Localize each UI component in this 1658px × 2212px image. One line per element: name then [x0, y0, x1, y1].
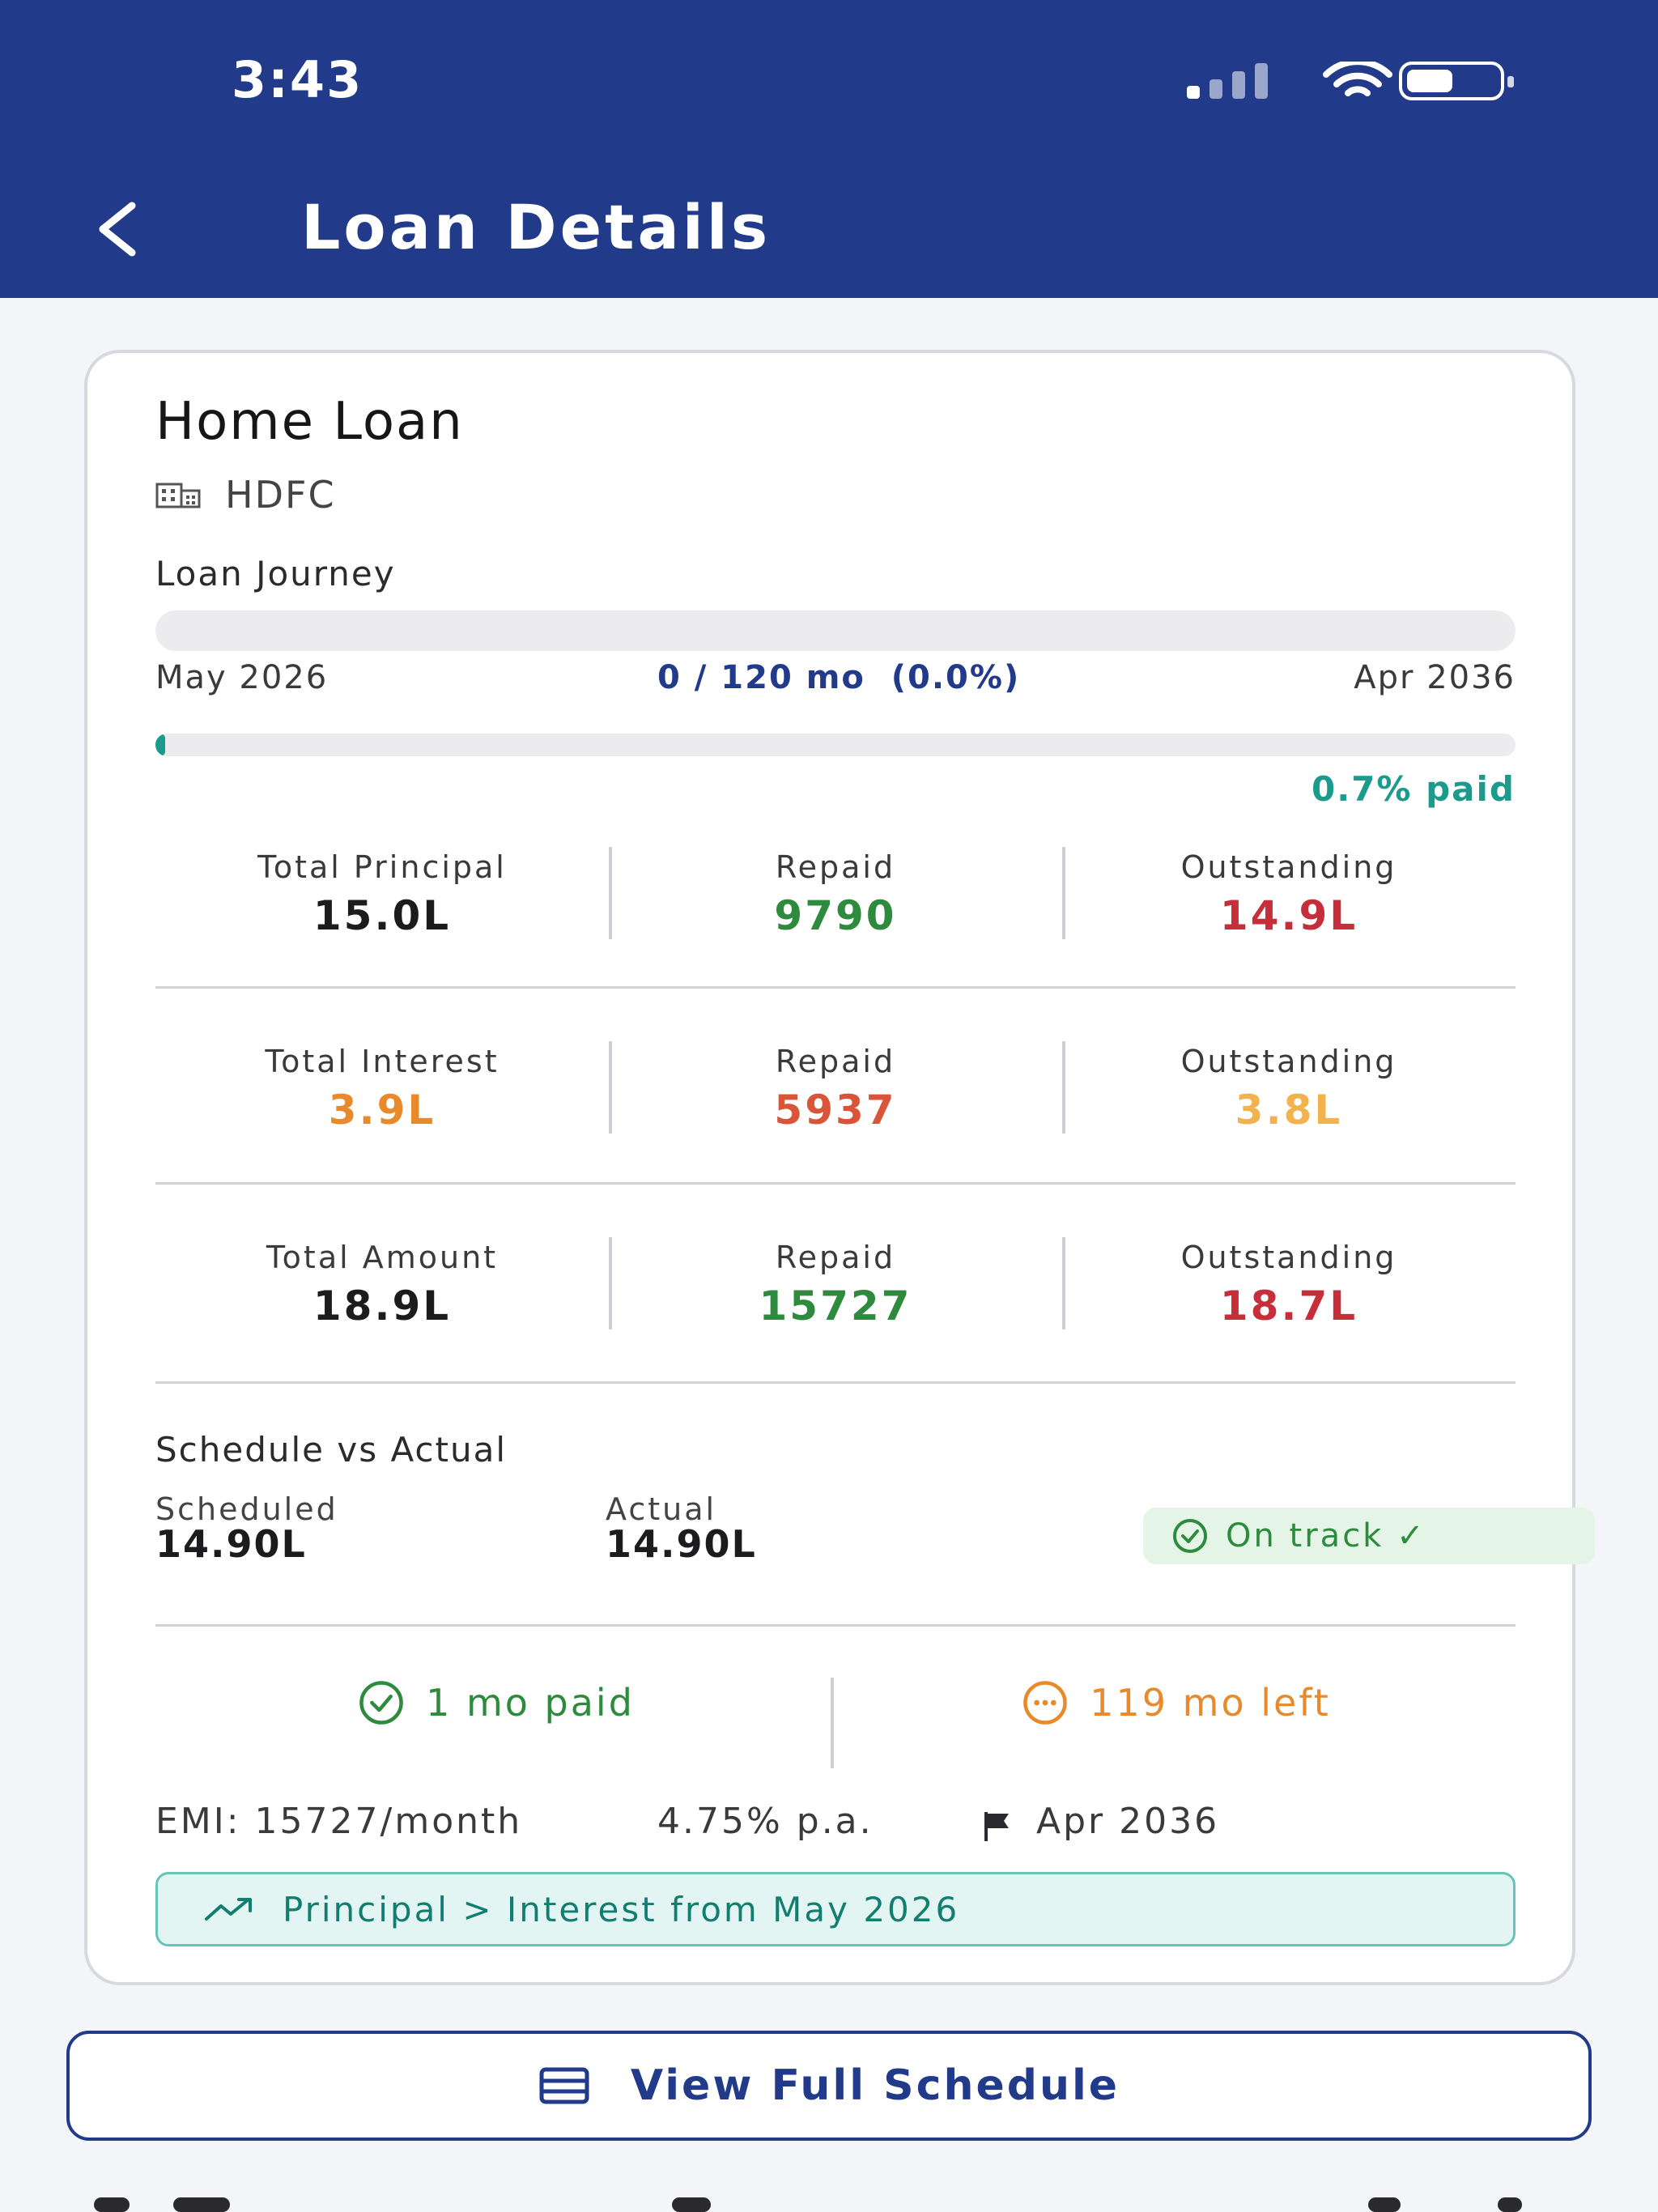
app-header: 3:43 Loan Details	[0, 0, 1658, 298]
battery-icon	[1399, 62, 1514, 100]
wifi-icon	[1323, 62, 1392, 96]
check-circle-icon	[1173, 1519, 1207, 1553]
journey-start: May 2026	[155, 659, 329, 696]
divider	[155, 1624, 1516, 1627]
journey-label: Loan Journey	[155, 554, 396, 593]
principal-repaid: Repaid 9790	[609, 837, 1062, 1019]
interest-rate: 4.75% p.a.	[657, 1801, 874, 1842]
total-interest: Total Interest 3.9L	[265, 1044, 500, 1134]
divider	[831, 1678, 834, 1768]
page-title: Loan Details	[301, 191, 772, 263]
loan-name: Home Loan	[155, 392, 464, 452]
months-paid: 1 mo paid	[155, 1658, 835, 1747]
chevron-left-icon	[99, 202, 136, 257]
status-time: 3:43	[232, 50, 363, 109]
bank-name: HDFC	[225, 473, 336, 517]
on-track-badge: On track ✓	[1143, 1508, 1595, 1564]
total-principal: Total Principal 15.0L	[257, 849, 507, 939]
emi-amount: EMI: 15727/month	[155, 1801, 523, 1842]
cellular-signal-icon	[1187, 60, 1271, 99]
end-date: Apr 2036	[1036, 1801, 1220, 1842]
check-circle-icon	[359, 1681, 403, 1725]
interest-outstanding: Outstanding 3.8L	[1062, 1032, 1516, 1213]
divider	[155, 1381, 1516, 1384]
divider	[155, 1182, 1516, 1185]
bank-row: HDFC	[155, 473, 1516, 517]
pending-circle-icon	[1023, 1681, 1068, 1725]
interest-repaid: Repaid 5937	[609, 1032, 1062, 1213]
schedule-table-icon	[539, 2067, 589, 2104]
journey-end: Apr 2036	[1354, 659, 1516, 696]
paid-progress-fill	[155, 734, 165, 756]
paid-progress-bar	[155, 734, 1516, 756]
actual-value: 14.90L	[606, 1522, 757, 1566]
journey-track	[155, 610, 1516, 651]
journey-row: May 2026 0 / 120 mo (0.0%) Apr 2036	[155, 659, 1516, 708]
trending-up-icon	[205, 1898, 252, 1921]
paid-percent: 0.7% paid	[1312, 769, 1516, 809]
on-track-text: On track ✓	[1226, 1517, 1426, 1555]
months-left: 119 mo left	[835, 1658, 1516, 1747]
journey-progress-text: 0 / 120 mo (0.0%)	[657, 659, 1021, 696]
divider	[155, 986, 1516, 989]
loan-card: Home Loan HDFC Loan Journey May 2026 0 /…	[84, 350, 1595, 1985]
schedule-vs-actual-label: Schedule vs Actual	[155, 1430, 508, 1470]
view-full-schedule-button[interactable]: View Full Schedule	[66, 2031, 1592, 2141]
principal-outstanding: Outstanding 14.9L	[1062, 837, 1516, 1019]
crossover-text: Principal > Interest from May 2026	[283, 1889, 960, 1929]
next-section-peek	[89, 2186, 1546, 2212]
flag-icon	[981, 1809, 1015, 1852]
interest-stats: Total Interest 3.9L Repaid 5937 Outstand…	[155, 1032, 1516, 1213]
principal-crossover-banner: Principal > Interest from May 2026	[155, 1872, 1516, 1946]
back-button[interactable]	[81, 193, 154, 266]
principal-stats: Total Principal 15.0L Repaid 9790 Outsta…	[155, 837, 1516, 1019]
loan-terms-row: EMI: 15727/month 4.75% p.a. Apr 2036	[155, 1801, 1516, 1849]
bank-building-icon	[155, 483, 201, 508]
